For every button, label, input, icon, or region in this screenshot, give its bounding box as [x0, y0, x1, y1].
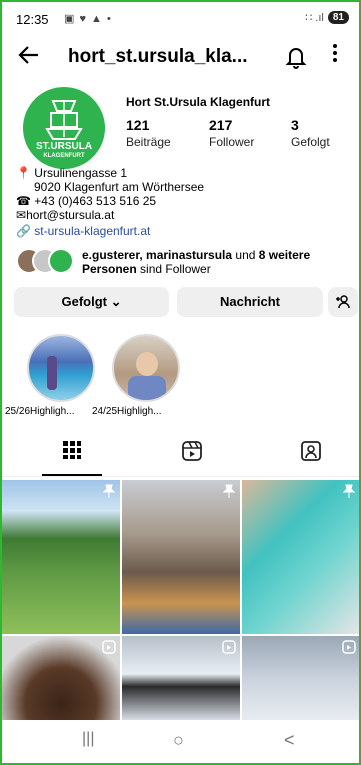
status-time: 12:35: [16, 12, 49, 27]
tab-tagged[interactable]: [300, 440, 324, 464]
bell-icon: [285, 48, 307, 69]
grid-post[interactable]: [242, 480, 359, 634]
pin-icon: [222, 484, 236, 498]
highlight-1[interactable]: [27, 334, 95, 402]
profile-avatar[interactable]: ST.URSULA KLAGENFURT: [23, 87, 105, 169]
status-bar: 12:35 ▣ ♥ ▲ • ∷ .ıl 81: [2, 2, 359, 36]
profile-username: hort_st.ursula_kla...: [68, 46, 248, 67]
avatar-text-bottom: KLAGENFURT: [43, 153, 85, 159]
profile-header: hort_st.ursula_kla...: [2, 36, 359, 80]
system-nav-bar: ||| ○ <: [2, 720, 359, 763]
active-tab-indicator: [42, 474, 102, 476]
highlight-2-cover: [136, 352, 158, 376]
bio-phone: ☎ +43 (0)463 513 516 25: [16, 194, 157, 208]
more-vertical-icon: [333, 44, 337, 62]
stat-posts-count: 121: [126, 117, 150, 133]
bio-address-2: 9020 Klagenfurt am Wörthersee: [34, 180, 205, 194]
app-frame: 12:35 ▣ ♥ ▲ • ∷ .ıl 81 hort_st.ursula_kl…: [0, 0, 361, 765]
status-right: ∷ .ıl 81: [305, 11, 349, 24]
system-back-button[interactable]: <: [284, 730, 295, 751]
reel-icon: [102, 640, 116, 654]
message-button[interactable]: Nachricht: [177, 287, 323, 317]
reels-icon: [182, 441, 202, 461]
add-user-button[interactable]: [328, 287, 358, 317]
avatar-text-top: ST.URSULA: [35, 141, 93, 152]
grid-post[interactable]: [242, 636, 359, 720]
arrow-left-icon: [18, 46, 38, 64]
stat-following-count: 3: [291, 117, 299, 133]
phone-icon: ☎: [16, 194, 31, 208]
posts-grid: [2, 480, 359, 720]
grid-post[interactable]: [122, 480, 240, 634]
highlight-2-label: 24/25Highligh...: [92, 406, 162, 417]
highlight-2-cover-shirt: [128, 376, 166, 400]
more-options-button[interactable]: [330, 42, 340, 70]
stat-followers[interactable]: 217 Follower: [209, 117, 254, 149]
highlight-2[interactable]: [112, 334, 180, 402]
stat-followers-count: 217: [209, 117, 233, 133]
home-button[interactable]: ○: [173, 730, 184, 751]
battery-icon: 81: [327, 11, 349, 24]
notification-icons: ▣ ♥ ▲ •: [64, 13, 112, 25]
add-user-icon: [336, 295, 350, 309]
followed-by[interactable]: e.gusterer, marinastursula und 8 weitere…: [16, 248, 356, 276]
follower-avatar: [48, 248, 74, 274]
pin-icon: [102, 484, 116, 498]
pin-location-icon: 📍: [16, 166, 31, 180]
pin-icon: [342, 484, 356, 498]
reel-icon: [222, 640, 236, 654]
recent-apps-button[interactable]: |||: [82, 730, 94, 748]
highlight-1-cover: [47, 356, 57, 390]
stat-following-label: Gefolgt: [291, 135, 330, 149]
followed-by-text: e.gusterer, marinastursula und 8 weitere…: [82, 248, 311, 276]
following-button[interactable]: Gefolgt ⌄: [14, 287, 169, 317]
stat-following[interactable]: 3 Gefolgt: [291, 117, 330, 149]
profile-display-name: Hort St.Ursula Klagenfurt: [126, 95, 271, 109]
grid-post[interactable]: [122, 636, 240, 720]
tab-reels[interactable]: [181, 440, 205, 464]
back-button[interactable]: [16, 42, 46, 72]
grid-post[interactable]: [2, 480, 120, 634]
grid-icon: [63, 441, 81, 459]
profile-tabs: [2, 434, 359, 477]
notifications-button[interactable]: [284, 44, 308, 70]
reel-icon: [342, 640, 356, 654]
link-icon: 🔗: [16, 224, 31, 238]
envelope-icon: ✉: [16, 208, 27, 222]
bio-email: ✉hort@stursula.at: [16, 208, 115, 222]
chevron-down-icon: ⌄: [110, 294, 122, 309]
grid-post[interactable]: [2, 636, 120, 720]
tab-posts-grid[interactable]: [62, 440, 86, 464]
signal-icon: ∷ .ıl: [305, 12, 324, 24]
stat-followers-label: Follower: [209, 135, 255, 149]
highlight-1-label: 25/26Highligh...: [5, 406, 75, 417]
bio-website-link[interactable]: 🔗 st-ursula-klagenfurt.at: [16, 224, 150, 238]
bio-address-1: 📍 Ursulinengasse 1: [16, 166, 128, 180]
stat-posts[interactable]: 121 Beiträge: [126, 117, 171, 149]
stat-posts-label: Beiträge: [126, 135, 171, 149]
tagged-icon: [301, 441, 321, 461]
